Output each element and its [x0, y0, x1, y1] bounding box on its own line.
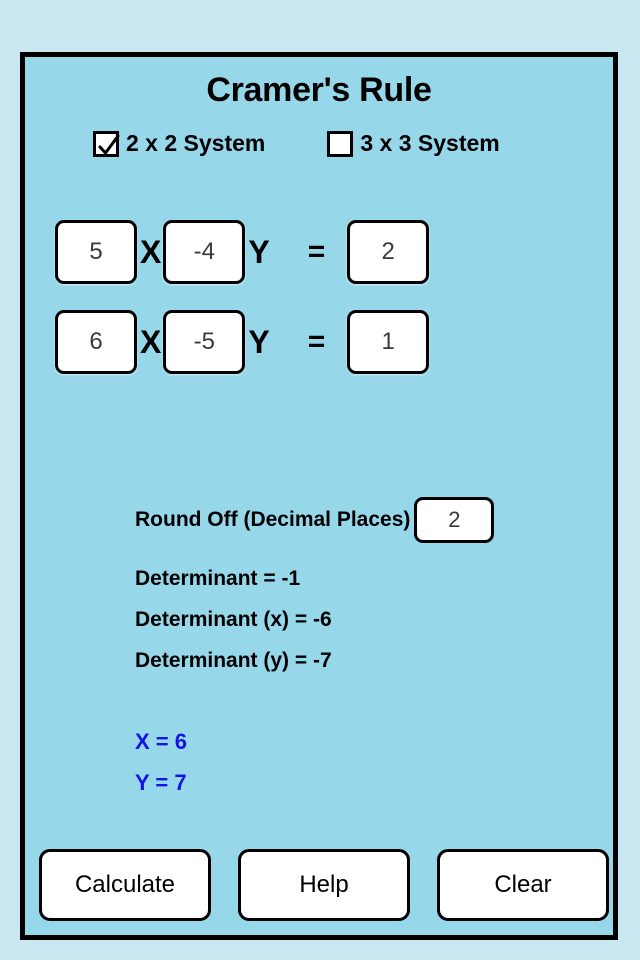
round-off-input[interactable]: 2 [414, 497, 495, 543]
mode-option-3x3[interactable]: 3 x 3 System [327, 130, 500, 157]
determinant-results: Determinant = -1 Determinant (x) = -6 De… [135, 567, 332, 690]
round-off-label: Round Off (Decimal Places) [135, 508, 411, 531]
equation2-coefficient-y-input[interactable]: -5 [163, 310, 246, 374]
cramers-rule-panel: Cramer's Rule 2 x 2 System 3 x 3 System … [20, 52, 618, 940]
equation1-variable-x-label: X [140, 234, 162, 270]
equation2-constant-input[interactable]: 1 [347, 310, 430, 374]
checkbox-3x3[interactable] [327, 130, 354, 157]
solution-results: X = 6 Y = 7 [135, 729, 187, 811]
equation1-coefficient-y-input[interactable]: -4 [163, 220, 246, 284]
equation2-coefficient-x-input[interactable]: 6 [55, 310, 137, 374]
equation1-constant-input[interactable]: 2 [347, 220, 430, 284]
solution-y-value: Y = 7 [135, 770, 187, 795]
action-button-row: Calculate Help Clear [39, 849, 609, 921]
equation-row-2: 6 X -5 Y = 1 [55, 310, 430, 374]
determinant-value: Determinant = -1 [135, 567, 301, 590]
solution-x-value: X = 6 [135, 729, 187, 754]
mode-option-2x2[interactable]: 2 x 2 System [93, 130, 265, 157]
determinant-x-value: Determinant (x) = -6 [135, 608, 332, 631]
equation-row-1: 5 X -4 Y = 2 [55, 220, 430, 284]
clear-button[interactable]: Clear [437, 849, 609, 921]
equation2-variable-x-label: X [140, 324, 162, 360]
round-off-row: Round Off (Decimal Places) 2 [135, 497, 495, 543]
mode-option-2x2-label: 2 x 2 System [126, 130, 266, 156]
determinant-y-value: Determinant (y) = -7 [135, 649, 332, 672]
checkbox-2x2[interactable] [93, 130, 120, 157]
equation1-equals-sign: = [307, 235, 326, 268]
equation2-variable-y-label: Y [248, 324, 270, 360]
equation1-coefficient-x-input[interactable]: 5 [55, 220, 137, 284]
mode-option-3x3-label: 3 x 3 System [360, 130, 500, 156]
page-title: Cramer's Rule [206, 71, 432, 109]
equation2-equals-sign: = [307, 325, 326, 358]
calculate-button[interactable]: Calculate [39, 849, 211, 921]
help-button[interactable]: Help [238, 849, 410, 921]
equation1-variable-y-label: Y [248, 234, 270, 270]
system-mode-row: 2 x 2 System 3 x 3 System [25, 130, 613, 157]
